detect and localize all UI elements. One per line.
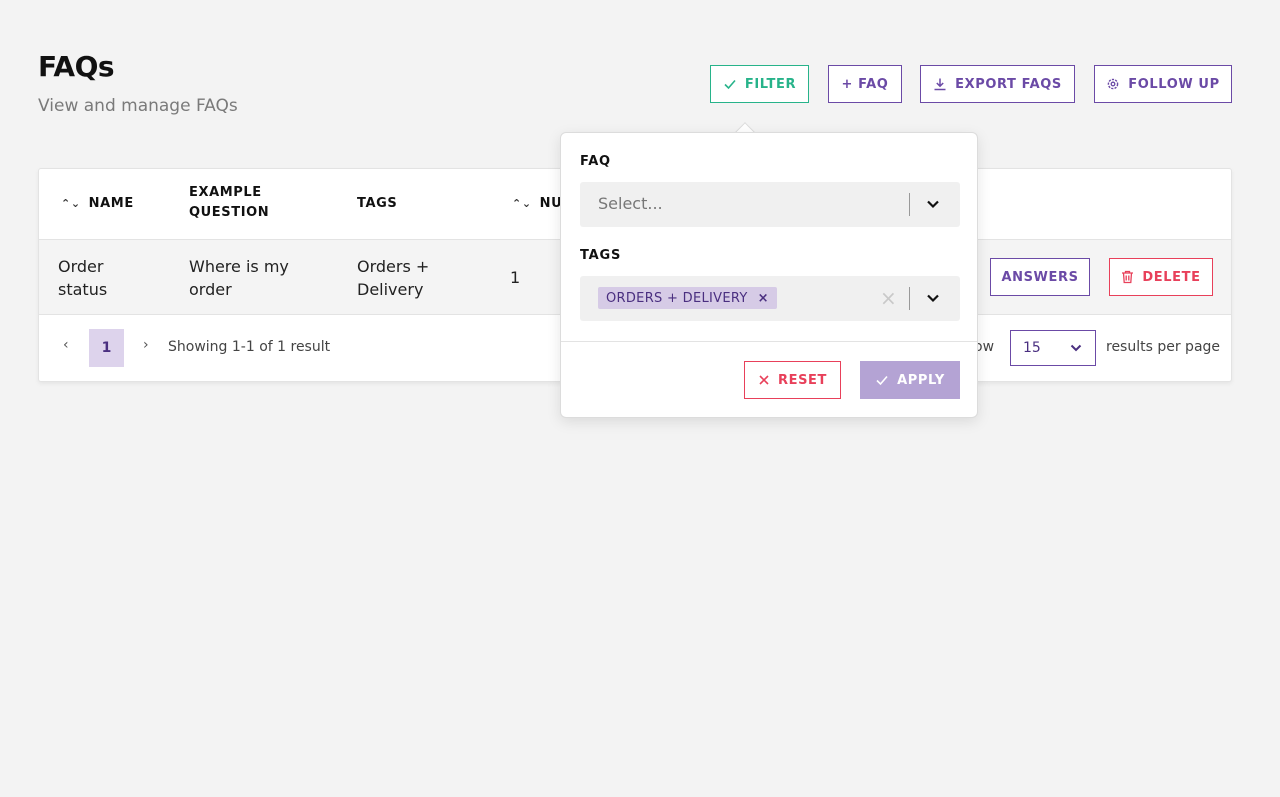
per-page-select[interactable]: 15 [1010, 330, 1096, 366]
column-header-name[interactable]: ⌃⌄ NAME [61, 194, 134, 214]
toolbar: FILTER + FAQ EXPORT FAQS FOLLOW UP [0, 65, 1280, 103]
cell-name-line-2: status [58, 280, 108, 299]
tags-field-label: TAGS [580, 248, 622, 263]
export-faqs-button[interactable]: EXPORT FAQS [920, 65, 1075, 103]
cell-example-question: Where is my order [189, 255, 289, 301]
apply-label: APPLY [897, 372, 945, 388]
next-page-icon[interactable]: › [143, 337, 149, 353]
cell-tags-line-1: Orders + [357, 257, 430, 276]
column-example-label-1: EXAMPLE [189, 185, 262, 200]
page-number-current[interactable]: 1 [89, 329, 124, 367]
export-faqs-label: EXPORT FAQS [955, 76, 1062, 92]
follow-up-label: FOLLOW UP [1128, 76, 1220, 92]
apply-button[interactable]: APPLY [860, 361, 960, 399]
per-page-value: 15 [1023, 340, 1041, 356]
answers-label: ANSWERS [1001, 269, 1079, 285]
column-name-label: NAME [88, 196, 134, 211]
reset-label: RESET [777, 372, 827, 388]
delete-button[interactable]: DELETE [1109, 258, 1213, 296]
chevron-down-icon [1069, 341, 1083, 355]
reset-button[interactable]: RESET [744, 361, 841, 399]
clear-icon[interactable]: × [880, 286, 897, 310]
results-per-page-label: results per page [1106, 339, 1221, 355]
column-number-label: NU [539, 196, 563, 211]
filter-button[interactable]: FILTER [710, 65, 809, 103]
sort-icon: ⌃⌄ [512, 197, 532, 210]
select-separator [909, 287, 910, 310]
check-icon [875, 373, 889, 387]
cell-name-line-1: Order [58, 257, 104, 276]
check-icon [723, 77, 737, 91]
add-faq-label: + FAQ [841, 76, 889, 92]
tags-select[interactable]: ORDERS + DELIVERY × × [580, 276, 960, 321]
add-faq-button[interactable]: + FAQ [828, 65, 902, 103]
cell-question-line-2: order [189, 280, 232, 299]
filter-popover: FAQ Select... TAGS ORDERS + DELIVERY × ×… [560, 132, 978, 418]
close-icon [758, 374, 770, 386]
prev-page-icon[interactable]: ‹ [63, 337, 69, 353]
cell-question-line-1: Where is my [189, 257, 289, 276]
popover-divider [561, 341, 977, 342]
column-header-tags: TAGS [357, 194, 397, 214]
gear-icon [1106, 77, 1120, 91]
follow-up-button[interactable]: FOLLOW UP [1094, 65, 1232, 103]
column-tags-label: TAGS [357, 196, 398, 211]
answers-button[interactable]: ANSWERS [990, 258, 1090, 296]
filter-button-label: FILTER [744, 76, 797, 92]
showing-results-text: Showing 1-1 of 1 result [168, 339, 331, 355]
faq-select-placeholder: Select... [598, 194, 663, 213]
select-separator [909, 193, 910, 216]
faq-field-label: FAQ [580, 154, 611, 169]
cell-tags-line-2: Delivery [357, 280, 424, 299]
tag-chip-label: ORDERS + DELIVERY [606, 290, 748, 306]
download-icon [933, 77, 947, 91]
cell-number: 1 [510, 268, 521, 287]
chip-remove-icon[interactable]: × [758, 291, 769, 306]
chevron-down-icon[interactable] [924, 195, 942, 213]
column-header-number[interactable]: ⌃⌄ NU [512, 194, 562, 214]
delete-label: DELETE [1142, 269, 1201, 285]
chevron-down-icon[interactable] [924, 289, 942, 307]
column-example-label-2: QUESTION [189, 205, 270, 220]
sort-icon: ⌃⌄ [61, 197, 81, 210]
cell-tags: Orders + Delivery [357, 255, 429, 301]
cell-name: Order status [58, 255, 107, 301]
tag-chip: ORDERS + DELIVERY × [598, 287, 777, 309]
trash-icon [1121, 270, 1134, 284]
faq-select[interactable]: Select... [580, 182, 960, 227]
column-header-example-question: EXAMPLE QUESTION [189, 183, 269, 223]
